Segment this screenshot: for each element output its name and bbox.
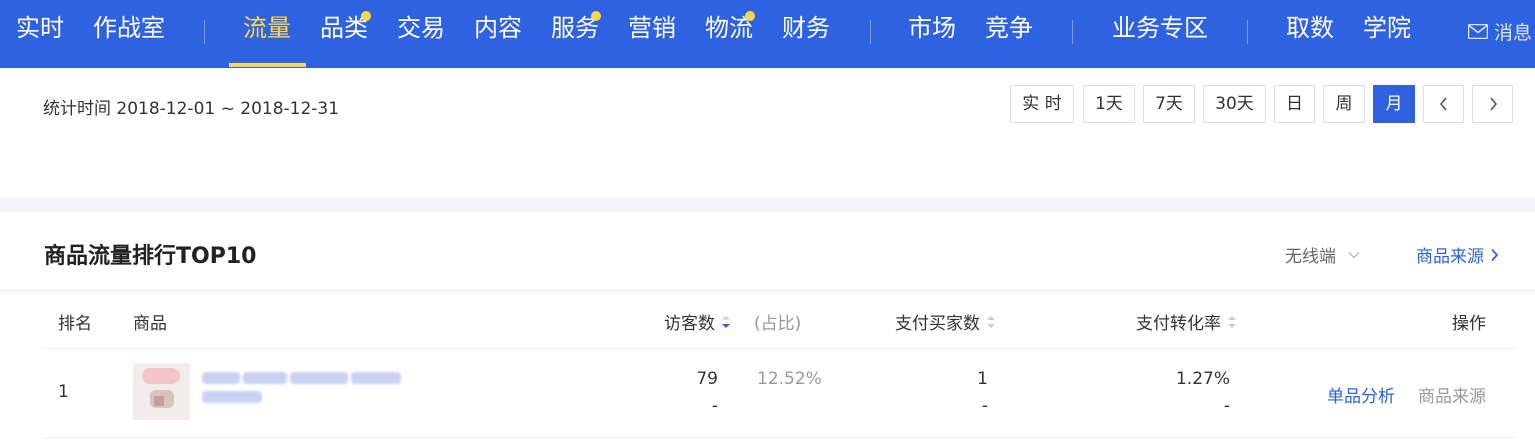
stat-time: 统计时间 2018-12-01 ~ 2018-12-31	[43, 94, 339, 119]
single-item-analysis-link[interactable]: 单品分析	[1327, 382, 1395, 407]
device-select[interactable]: 无线端	[1285, 242, 1360, 267]
nav-item-content[interactable]: 内容	[474, 12, 522, 44]
nav-notification-dot	[591, 11, 601, 21]
visitors-sub-cell: -	[711, 396, 718, 416]
range-button-month[interactable]: 月	[1373, 85, 1415, 123]
divider	[44, 348, 1514, 349]
date-range-panel: 统计时间 2018-12-01 ~ 2018-12-31 实 时 1天 7天 3…	[0, 68, 1535, 198]
share-cell: 12.52%	[757, 369, 822, 389]
column-header-goods: 商品	[133, 314, 167, 334]
nav-item-finance[interactable]: 财务	[782, 12, 830, 44]
column-header-visitors-label: 访客数	[664, 314, 715, 334]
mail-icon	[1468, 24, 1488, 39]
nav-item-realtime[interactable]: 实时	[16, 12, 64, 44]
chevron-down-icon	[1348, 251, 1360, 258]
next-period-button[interactable]	[1472, 85, 1513, 123]
visitors-cell: 79	[696, 369, 718, 389]
range-button-day[interactable]: 日	[1274, 85, 1315, 123]
messages-button[interactable]: 消息	[1468, 18, 1532, 45]
column-header-buyers[interactable]: 支付买家数	[895, 309, 996, 334]
nav-item-business-zone[interactable]: 业务专区	[1112, 12, 1208, 44]
panel-title: 商品流量排行TOP10	[44, 244, 257, 269]
range-button-7day[interactable]: 7天	[1143, 85, 1195, 123]
stat-time-label: 统计时间	[43, 99, 111, 119]
nav-item-transaction[interactable]: 交易	[397, 12, 445, 44]
range-button-30day[interactable]: 30天	[1203, 85, 1266, 123]
nav-divider	[870, 20, 871, 44]
conversion-sub-cell: -	[1223, 396, 1230, 416]
top-nav-bar: 实时 作战室 流量 品类 交易 内容 服务 营销 物流 财务 市场 竞争 业务专…	[0, 0, 1535, 68]
range-button-realtime[interactable]: 实 时	[1010, 85, 1074, 123]
range-button-1day[interactable]: 1天	[1083, 85, 1135, 123]
goods-thumbnail[interactable]	[133, 363, 190, 420]
nav-active-indicator	[229, 63, 306, 67]
buyers-sub-cell: -	[981, 396, 988, 416]
nav-item-war-room[interactable]: 作战室	[93, 12, 165, 44]
column-header-conversion[interactable]: 支付转化率	[1136, 309, 1237, 334]
divider	[44, 437, 1514, 438]
divider	[0, 290, 1535, 291]
nav-item-traffic[interactable]: 流量	[243, 12, 291, 44]
nav-divider	[1072, 20, 1073, 44]
prev-period-button[interactable]	[1423, 85, 1464, 123]
sort-icon[interactable]	[1227, 315, 1237, 329]
nav-item-marketing[interactable]: 营销	[628, 12, 676, 44]
goods-title-blurred[interactable]	[202, 369, 464, 403]
column-header-conversion-label: 支付转化率	[1136, 314, 1221, 334]
goods-traffic-ranking-panel: 商品流量排行TOP10 无线端 商品来源 排名 商品 访客数 (占比) 支付买家…	[0, 212, 1535, 444]
nav-divider	[204, 20, 205, 44]
nav-divider	[1247, 20, 1248, 44]
goods-source-label: 商品来源	[1416, 247, 1484, 267]
range-button-week[interactable]: 周	[1323, 85, 1365, 123]
buyers-cell: 1	[977, 369, 988, 389]
messages-label: 消息	[1494, 22, 1533, 44]
nav-item-data-fetch[interactable]: 取数	[1286, 12, 1334, 44]
nav-notification-dot	[745, 11, 755, 21]
column-header-share: (占比)	[754, 314, 802, 334]
device-select-value: 无线端	[1285, 247, 1336, 267]
row-goods-source-link[interactable]: 商品来源	[1418, 382, 1486, 407]
goods-source-link[interactable]: 商品来源	[1416, 242, 1499, 267]
column-header-rank: 排名	[58, 314, 92, 334]
conversion-cell: 1.27%	[1175, 369, 1230, 389]
sort-icon[interactable]	[986, 315, 996, 329]
sort-desc-icon[interactable]	[721, 315, 731, 329]
stat-time-range: 2018-12-01 ~ 2018-12-31	[116, 99, 340, 119]
column-header-visitors[interactable]: 访客数	[664, 309, 731, 334]
nav-notification-dot	[361, 11, 371, 21]
chevron-right-icon	[1491, 248, 1499, 261]
nav-item-market[interactable]: 市场	[908, 12, 956, 44]
rank-cell: 1	[58, 382, 69, 402]
column-header-action: 操作	[1452, 314, 1486, 334]
column-header-buyers-label: 支付买家数	[895, 314, 980, 334]
nav-item-academy[interactable]: 学院	[1363, 12, 1411, 44]
chevron-right-icon	[1489, 97, 1497, 111]
chevron-left-icon	[1439, 97, 1447, 111]
nav-item-competition[interactable]: 竞争	[985, 12, 1033, 44]
